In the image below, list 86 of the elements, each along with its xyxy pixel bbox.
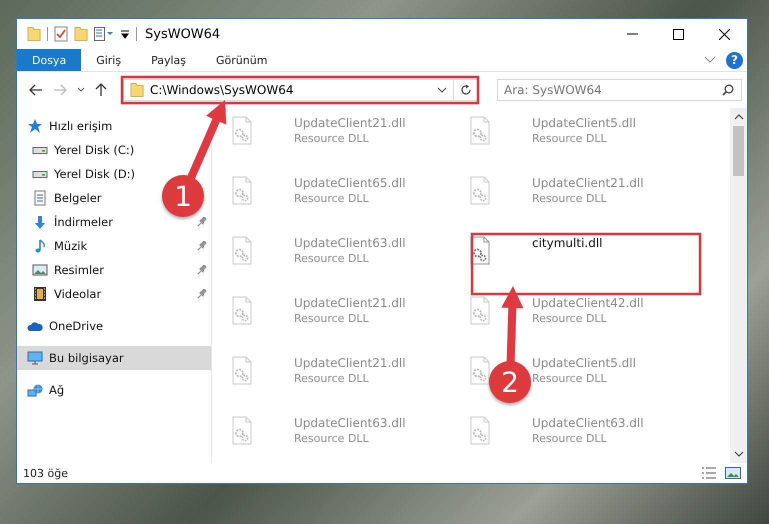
file-name: UpdateClient63.dll [532, 416, 644, 430]
file-type: Resource DLL [294, 312, 370, 325]
pin-icon[interactable] [197, 265, 207, 275]
properties-icon[interactable] [94, 27, 114, 41]
file-gears-icon [470, 416, 490, 445]
sidebar-item[interactable]: Müzik [17, 234, 94, 258]
cloud-icon [27, 320, 43, 332]
file-type: Resource DLL [294, 192, 370, 205]
file-name: UpdateClient5.dll [532, 116, 636, 130]
picture-icon [32, 264, 48, 276]
sidebar-item[interactable]: Belgeler [17, 186, 108, 210]
drive-icon [32, 146, 48, 154]
file-name: UpdateClient42.dll [532, 296, 644, 310]
file-type: Resource DLL [294, 252, 370, 265]
minimize-icon [626, 33, 638, 35]
dropdown-icon[interactable] [120, 29, 130, 39]
help-button[interactable]: ? [726, 52, 743, 68]
back-arrow-icon[interactable] [29, 84, 43, 96]
sidebar-item[interactable]: Ağ [17, 378, 70, 402]
file-type: Resource DLL [532, 192, 608, 205]
file-name: UpdateClient65.dll [294, 176, 406, 190]
file-name: UpdateClient21.dll [294, 116, 406, 130]
ribbon-tab[interactable]: Dosya [17, 49, 82, 71]
file-type: Resource DLL [532, 372, 608, 385]
scrollbar[interactable] [730, 108, 747, 463]
drive-icon [32, 170, 48, 178]
file-gears-icon [470, 296, 490, 325]
file-gears-icon [470, 176, 490, 205]
file-name: UpdateClient5.dll [532, 356, 636, 370]
network-icon [27, 384, 43, 396]
file-gears-icon [232, 296, 252, 325]
file-gears-icon [232, 236, 252, 265]
chevron-down-icon[interactable] [437, 87, 447, 93]
checkmark-document-icon[interactable] [54, 26, 68, 42]
sidebar-item[interactable]: İndirmeler [17, 210, 119, 234]
search-icon [722, 84, 734, 96]
scrollbar-thumb[interactable] [733, 126, 744, 176]
item-count: 103 öğe [23, 466, 68, 480]
file-gears-icon [232, 176, 252, 205]
sidebar-item[interactable]: Yerel Disk (C:) [17, 138, 140, 162]
pin-icon[interactable] [197, 289, 207, 299]
chevron-down-icon[interactable] [734, 451, 744, 457]
document-icon [34, 190, 46, 206]
pin-icon[interactable] [197, 217, 207, 227]
file-gears-icon [470, 356, 490, 385]
file-type: Resource DLL [294, 372, 370, 385]
file-type: Resource DLL [294, 132, 370, 145]
sidebar-item[interactable]: Resimler [17, 258, 110, 282]
pin-icon[interactable] [197, 241, 207, 251]
folder-icon [130, 83, 144, 97]
film-icon [33, 286, 47, 302]
window-title: SysWOW64 [145, 26, 220, 42]
file-type: Resource DLL [532, 132, 608, 145]
up-arrow-icon[interactable] [95, 83, 107, 97]
chevron-up-icon[interactable] [734, 114, 744, 120]
file-name: UpdateClient21.dll [532, 176, 644, 190]
maximize-icon [672, 28, 684, 40]
address-field[interactable]: C:\Windows\SysWOW64 [123, 79, 479, 101]
file-type: Resource DLL [532, 432, 608, 445]
details-view-icon[interactable] [701, 467, 717, 479]
file-type: Resource DLL [294, 432, 370, 445]
search-field[interactable]: Ara: SysWOW64 [497, 79, 742, 101]
sidebar-item[interactable]: Videolar [17, 282, 108, 306]
file-name: UpdateClient63.dll [294, 416, 406, 430]
music-note-icon [35, 239, 45, 253]
sidebar-item[interactable]: Hızlı erişim [17, 114, 118, 138]
file-name: UpdateClient21.dll [294, 356, 406, 370]
refresh-icon[interactable] [460, 84, 472, 96]
file-gears-icon [232, 416, 252, 445]
close-icon [718, 28, 730, 40]
file-name: UpdateClient63.dll [294, 236, 406, 250]
sidebar-item[interactable]: Bu bilgisayar [17, 346, 211, 370]
file-item[interactable]: citymulti.dll [532, 236, 603, 250]
file-gears-icon [232, 116, 252, 145]
monitor-icon [27, 351, 43, 365]
file-type: Resource DLL [532, 312, 608, 325]
down-arrow-icon [34, 214, 46, 230]
large-icons-view-icon[interactable] [725, 467, 741, 479]
sidebar-item[interactable]: OneDrive [17, 314, 110, 338]
chevron-down-icon[interactable] [77, 87, 85, 93]
sidebar-item[interactable]: Yerel Disk (D:) [17, 162, 142, 186]
star-icon [27, 118, 43, 134]
file-name: UpdateClient21.dll [294, 296, 406, 310]
address-path: C:\Windows\SysWOW64 [150, 83, 294, 97]
file-gears-icon [470, 116, 490, 145]
file-gears-icon [232, 356, 252, 385]
